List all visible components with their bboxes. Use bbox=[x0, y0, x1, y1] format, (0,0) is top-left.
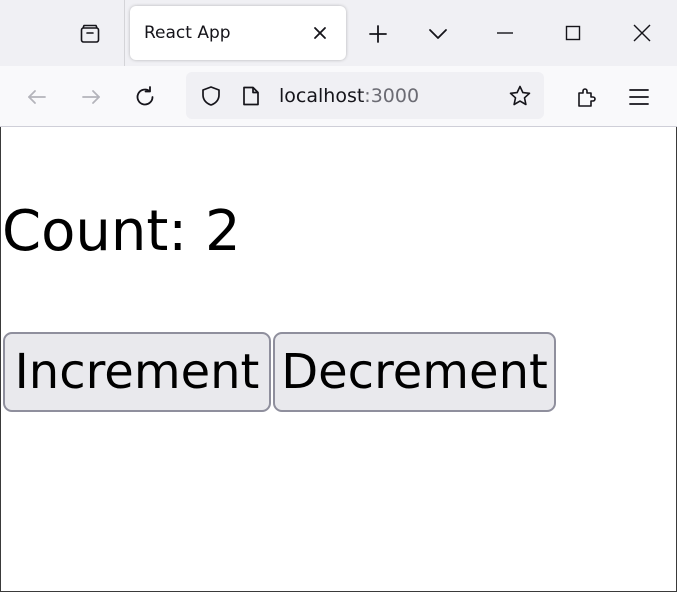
close-icon bbox=[312, 25, 328, 41]
url-bar[interactable]: localhost:3000 bbox=[186, 72, 544, 119]
tab-close-button[interactable] bbox=[308, 21, 332, 45]
url-port: :3000 bbox=[364, 85, 420, 107]
plus-icon bbox=[368, 24, 388, 44]
window-close-button[interactable] bbox=[620, 14, 664, 52]
bookmark-button[interactable] bbox=[506, 82, 534, 110]
maximize-button[interactable] bbox=[552, 14, 594, 52]
puzzle-icon bbox=[575, 85, 599, 109]
navigation-toolbar: localhost:3000 bbox=[0, 66, 677, 127]
maximize-icon bbox=[564, 24, 582, 42]
reload-icon bbox=[133, 85, 157, 109]
tab-separator bbox=[124, 0, 125, 66]
minimize-button[interactable] bbox=[484, 14, 526, 52]
tracking-protection-button[interactable] bbox=[198, 83, 224, 109]
count-heading: Count: 2 bbox=[2, 199, 241, 264]
extensions-button[interactable] bbox=[570, 80, 604, 114]
close-icon bbox=[632, 23, 652, 43]
arrow-left-icon bbox=[25, 85, 49, 109]
tab-title: React App bbox=[144, 23, 231, 43]
reload-button[interactable] bbox=[128, 80, 162, 114]
increment-button[interactable]: Increment bbox=[3, 332, 271, 412]
page-icon bbox=[240, 85, 262, 107]
list-all-tabs-button[interactable] bbox=[422, 18, 454, 50]
tab-bar: React App bbox=[0, 0, 677, 66]
decrement-button[interactable]: Decrement bbox=[273, 332, 556, 412]
back-button[interactable] bbox=[20, 80, 54, 114]
firefox-view-icon bbox=[78, 22, 102, 46]
star-icon bbox=[508, 84, 532, 108]
url-host: localhost bbox=[279, 85, 365, 107]
page-content: Count: 2 Increment Decrement bbox=[0, 127, 677, 592]
new-tab-button[interactable] bbox=[362, 18, 394, 50]
shield-icon bbox=[200, 85, 222, 107]
hamburger-icon bbox=[628, 86, 650, 108]
firefox-view-button[interactable] bbox=[72, 16, 108, 52]
minimize-icon bbox=[496, 24, 514, 42]
forward-button[interactable] bbox=[74, 80, 108, 114]
url-text[interactable]: localhost:3000 bbox=[279, 85, 419, 107]
arrow-right-icon bbox=[79, 85, 103, 109]
chevron-down-icon bbox=[428, 24, 448, 44]
page-info-button[interactable] bbox=[238, 83, 264, 109]
app-menu-button[interactable] bbox=[622, 80, 656, 114]
tab-react-app[interactable]: React App bbox=[130, 6, 346, 60]
